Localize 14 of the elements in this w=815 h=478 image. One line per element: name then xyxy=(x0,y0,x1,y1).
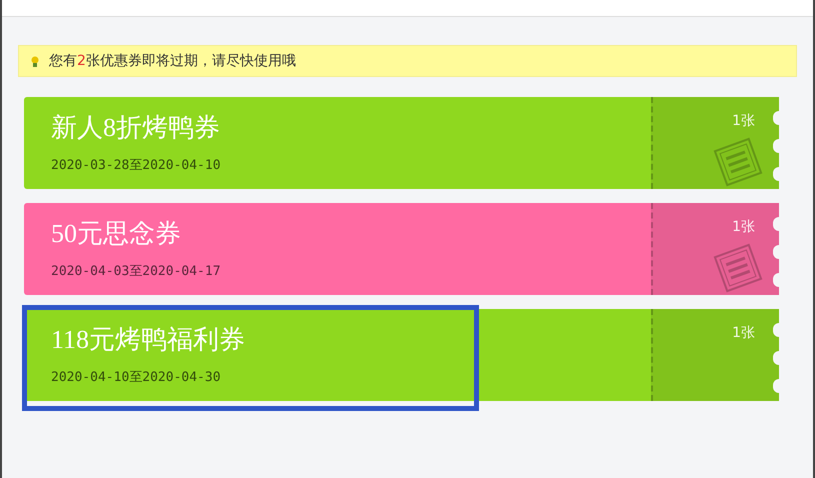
notice-text: 您有2张优惠券即将过期，请尽快使用哦 xyxy=(49,52,296,70)
lightbulb-icon xyxy=(31,56,39,66)
coupon-quantity: 1张 xyxy=(732,218,755,237)
coupon-title: 118元烤鸭福利券 xyxy=(51,324,246,356)
coupon-dates: 2020-03-28至2020-04-10 xyxy=(51,157,222,176)
coupon-quantity: 1张 xyxy=(732,112,755,131)
coupon-quantity: 1张 xyxy=(732,324,755,343)
coupon-title: 50元思念券 xyxy=(51,218,182,250)
coupon-dates: 2020-04-10至2020-04-30 xyxy=(51,369,222,388)
coupon-card[interactable]: 118元烤鸭福利券 2020-04-10至2020-04-30 1张 xyxy=(24,309,779,401)
coupon-title: 新人8折烤鸭券 xyxy=(51,112,221,144)
coupon-dates: 2020-04-03至2020-04-17 xyxy=(51,263,222,282)
coupon-card[interactable]: 新人8折烤鸭券 2020-03-28至2020-04-10 1张 xyxy=(24,97,779,189)
coupon-card[interactable]: 50元思念券 2020-04-03至2020-04-17 1张 xyxy=(24,203,779,295)
